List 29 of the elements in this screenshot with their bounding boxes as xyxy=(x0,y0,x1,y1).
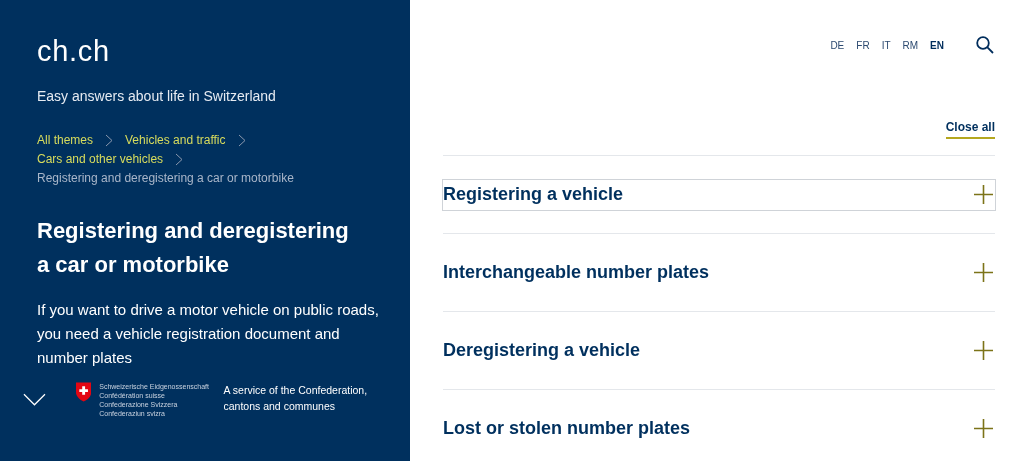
page-title: Registering and deregistering a car or motorbike xyxy=(37,217,350,279)
breadcrumb-current: Registering and deregistering a car or motorbike xyxy=(37,170,294,187)
intro-text: If you want to drive a motor vehicle on public roads, you need a vehicle registration document and number plates xyxy=(37,300,380,368)
language-link[interactable]: IT xyxy=(881,37,891,53)
logo[interactable]: ch.ch xyxy=(37,37,110,66)
language-link[interactable]: EN xyxy=(930,37,944,53)
language-link[interactable]: FR xyxy=(856,37,870,53)
language-link[interactable]: RM xyxy=(902,37,919,53)
accordion-header[interactable]: Interchangeable number plates xyxy=(443,257,995,288)
breadcrumb-link[interactable]: All themes xyxy=(37,131,94,150)
plus-icon xyxy=(974,341,993,360)
chevron-down-icon[interactable] xyxy=(23,393,46,407)
chevron-right-icon xyxy=(105,134,114,147)
tagline: Easy answers about life in Switzerland xyxy=(37,87,277,106)
breadcrumb-link[interactable]: Cars and other vehicles xyxy=(37,150,164,169)
breadcrumb-link[interactable]: Vehicles and traffic xyxy=(125,131,226,150)
close-all-link[interactable]: Close all xyxy=(945,118,995,139)
accordion-header[interactable]: Deregistering a vehicle xyxy=(443,335,995,366)
service-note: A service of the Confederation, cantons and communes xyxy=(223,383,369,414)
plus-icon xyxy=(974,419,993,438)
chevron-right-icon xyxy=(237,134,246,147)
search-icon[interactable] xyxy=(976,36,994,54)
accordion-header[interactable]: Lost or stolen number plates xyxy=(443,413,995,444)
accordion-header[interactable]: Registering a vehicle xyxy=(443,179,995,210)
plus-icon xyxy=(974,263,993,282)
chevron-right-icon xyxy=(175,153,184,166)
language-link[interactable]: DE xyxy=(830,37,845,53)
plus-icon xyxy=(974,185,993,204)
swiss-shield-icon xyxy=(75,382,92,402)
